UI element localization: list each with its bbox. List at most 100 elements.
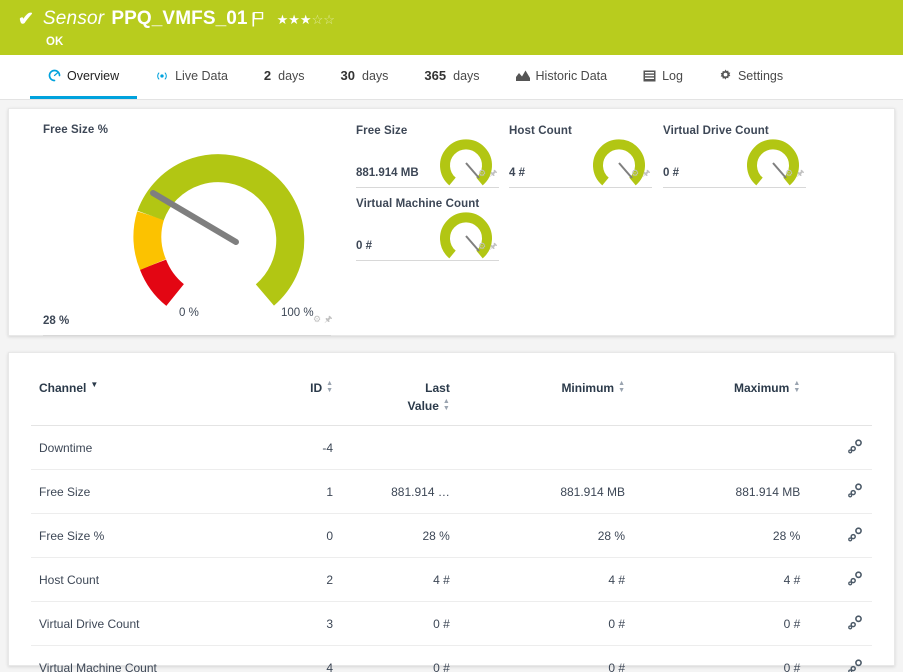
settings-cluster-icon[interactable] — [848, 526, 864, 545]
column-header-channel-label: Channel — [39, 381, 86, 395]
column-header-maximum-label: Maximum — [734, 381, 789, 395]
column-header-minimum[interactable]: Minimum ▲▼ — [458, 381, 633, 426]
tab-overview-label: Overview — [67, 69, 119, 83]
tab-365-days[interactable]: 365 days — [406, 55, 497, 99]
tab-30-days[interactable]: 30 days — [323, 55, 407, 99]
star-empty-4: ☆ — [312, 13, 324, 26]
gear-icon[interactable]: ⚙ — [313, 315, 321, 324]
table-row[interactable]: Virtual Drive Count 3 0 # 0 # 0 # — [31, 602, 872, 646]
cell-last-value: 4 # — [341, 558, 458, 602]
cell-id: 4 — [243, 646, 341, 672]
column-header-maximum[interactable]: Maximum ▲▼ — [633, 381, 808, 426]
table-row[interactable]: Host Count 2 4 # 4 # 4 # — [31, 558, 872, 602]
pin-icon[interactable]: 🖈 — [796, 169, 804, 178]
column-header-channel[interactable]: Channel ▼ — [31, 381, 243, 426]
tab-bar: Overview Live Data 2 days 30 days 365 da… — [0, 55, 903, 100]
small-gauge-free-size-tools: ⚙ 🖈 — [478, 169, 497, 178]
tab-30-days-unit: days — [362, 69, 388, 83]
small-gauge-virtual-drive-count-tools: ⚙ 🖈 — [785, 169, 804, 178]
small-gauge-virtual-drive-count-value: 0 # — [663, 167, 679, 179]
settings-cluster-icon[interactable] — [848, 614, 864, 633]
table-row[interactable]: Free Size % 0 28 % 28 % 28 % — [31, 514, 872, 558]
cell-actions[interactable] — [808, 470, 872, 514]
cell-channel: Free Size % — [31, 514, 243, 558]
small-gauge-virtual-machine-count-tools: ⚙ 🖈 — [478, 242, 497, 251]
chart-icon — [516, 70, 530, 82]
sensor-header-line: ✔ Sensor PPQ_VMFS_01 ★ ★ ★ ☆ ☆ — [18, 6, 903, 32]
tab-overview[interactable]: Overview — [30, 55, 137, 99]
small-gauge-virtual-drive-count-divider — [663, 187, 806, 188]
main-gauge-scale-min: 0 % — [179, 307, 199, 319]
cell-channel: Host Count — [31, 558, 243, 602]
cell-last-value — [341, 426, 458, 470]
cell-last-value: 28 % — [341, 514, 458, 558]
main-gauge-divider — [43, 335, 331, 336]
table-row[interactable]: Free Size 1 881.914 … 881.914 MB 881.914… — [31, 470, 872, 514]
column-header-id[interactable]: ID ▲▼ — [243, 381, 341, 426]
cell-last-value: 0 # — [341, 646, 458, 672]
gear-icon[interactable]: ⚙ — [478, 169, 486, 178]
cell-id: 0 — [243, 514, 341, 558]
pin-icon[interactable]: 🖈 — [642, 169, 650, 178]
gear-icon[interactable]: ⚙ — [785, 169, 793, 178]
tab-live-data-label: Live Data — [175, 69, 228, 83]
cell-actions[interactable] — [808, 602, 872, 646]
settings-cluster-icon[interactable] — [848, 438, 864, 457]
main-gauge-value: 28 % — [43, 315, 69, 327]
cell-maximum: 4 # — [633, 558, 808, 602]
tab-settings[interactable]: Settings — [701, 55, 801, 99]
cell-minimum: 28 % — [458, 514, 633, 558]
cell-maximum — [633, 426, 808, 470]
cell-channel: Free Size — [31, 470, 243, 514]
channels-table-head: Channel ▼ ID ▲▼ Last — [31, 381, 872, 426]
cell-actions[interactable] — [808, 426, 872, 470]
star-empty-5: ☆ — [323, 13, 335, 26]
tab-live-data[interactable]: Live Data — [137, 55, 246, 99]
main-gauge-dial — [131, 137, 309, 314]
pin-icon[interactable]: 🖈 — [489, 242, 497, 251]
cell-actions[interactable] — [808, 558, 872, 602]
cell-channel: Virtual Drive Count — [31, 602, 243, 646]
live-signal-icon — [155, 70, 169, 82]
cell-last-value: 0 # — [341, 602, 458, 646]
settings-cluster-icon[interactable] — [848, 482, 864, 501]
sort-toggle-icon: ▲▼ — [793, 381, 800, 394]
small-gauge-host-count-value: 4 # — [509, 167, 525, 179]
tab-log-label: Log — [662, 69, 683, 83]
cell-channel: Virtual Machine Count — [31, 646, 243, 672]
small-gauge-virtual-machine-count-dial — [438, 208, 494, 265]
table-row[interactable]: Downtime -4 — [31, 426, 872, 470]
cell-maximum: 0 # — [633, 646, 808, 672]
cell-actions[interactable] — [808, 514, 872, 558]
column-header-id-label: ID — [310, 381, 322, 395]
small-gauge-free-size-value: 881.914 MB — [356, 167, 419, 179]
tab-2-days[interactable]: 2 days — [246, 55, 323, 99]
column-header-last-value[interactable]: Last Value ▲▼ — [341, 381, 458, 426]
main-gauge-free-size-percent: Free Size % 0 % 100 % 28 % ⚙ — [31, 119, 341, 327]
channels-table-body: Downtime -4 — [31, 426, 872, 672]
flag-icon[interactable] — [252, 12, 265, 27]
tab-log[interactable]: Log — [625, 55, 701, 99]
cell-minimum — [458, 426, 633, 470]
cell-last-value: 881.914 … — [341, 470, 458, 514]
tab-historic-data[interactable]: Historic Data — [498, 55, 626, 99]
table-row[interactable]: Virtual Machine Count 4 0 # 0 # 0 # — [31, 646, 872, 672]
pin-icon[interactable]: 🖈 — [324, 315, 332, 324]
small-gauge-host-count: Host Count 4 # ⚙ 🖈 — [509, 121, 659, 189]
settings-cluster-icon[interactable] — [848, 658, 864, 672]
small-gauge-host-count-tools: ⚙ 🖈 — [631, 169, 650, 178]
priority-stars[interactable]: ★ ★ ★ ☆ ☆ — [277, 13, 335, 26]
gear-icon[interactable]: ⚙ — [478, 242, 486, 251]
status-badge: OK — [46, 36, 903, 48]
settings-cluster-icon[interactable] — [848, 570, 864, 589]
tab-365-days-unit: days — [453, 69, 479, 83]
cell-minimum: 0 # — [458, 646, 633, 672]
gear-icon[interactable]: ⚙ — [631, 169, 639, 178]
log-icon — [643, 70, 656, 82]
pin-icon[interactable]: 🖈 — [489, 169, 497, 178]
cell-maximum: 28 % — [633, 514, 808, 558]
star-filled-2: ★ — [288, 13, 300, 26]
cell-actions[interactable] — [808, 646, 872, 672]
small-gauge-virtual-machine-count-value: 0 # — [356, 240, 372, 252]
cell-channel: Downtime — [31, 426, 243, 470]
